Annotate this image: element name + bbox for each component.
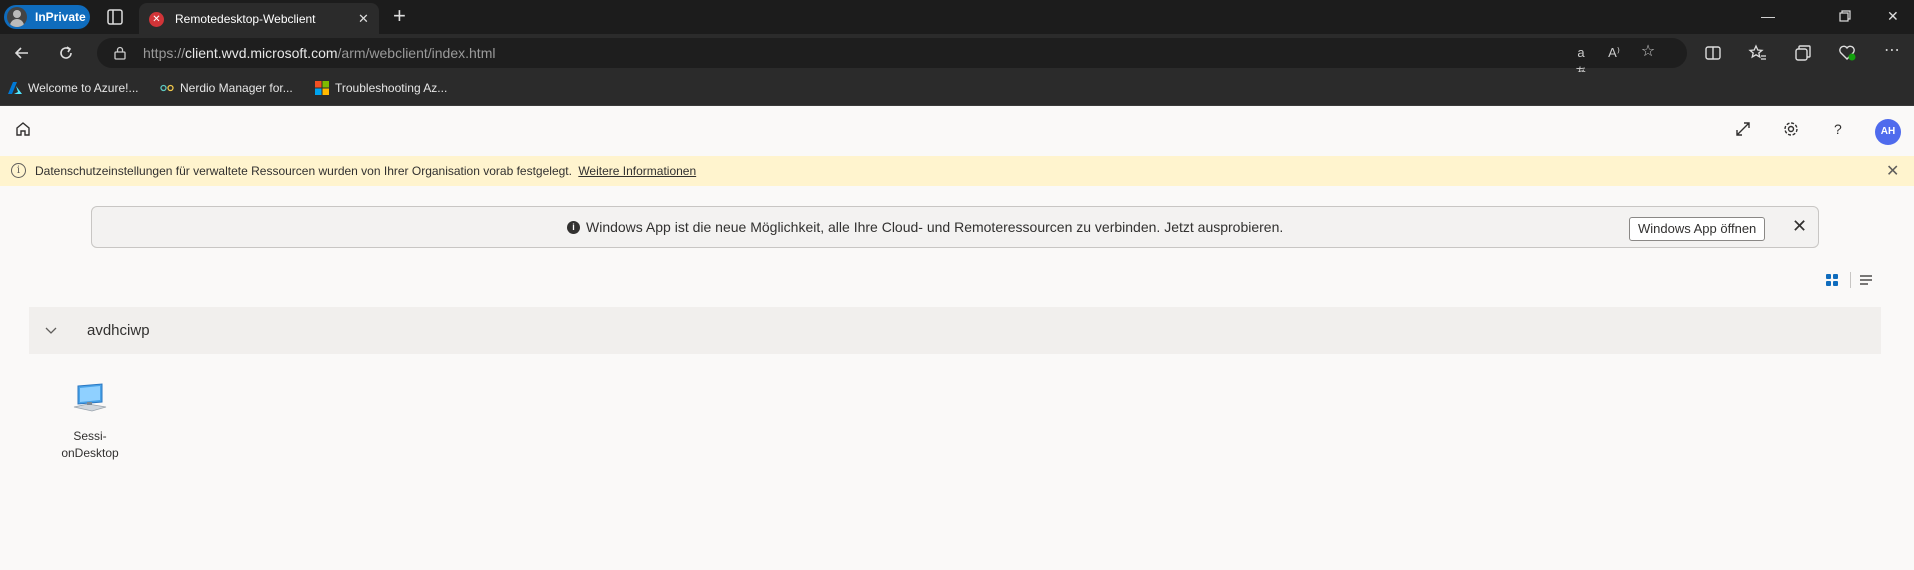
gear-icon[interactable]: [1782, 120, 1800, 138]
browser-toolbar: https://client.wvd.microsoft.com/arm/web…: [0, 34, 1914, 80]
bookmark-azure[interactable]: Welcome to Azure!...: [8, 81, 139, 95]
azure-icon: [8, 82, 22, 94]
translate-icon[interactable]: aあ: [1571, 43, 1591, 80]
info-icon: i: [567, 221, 580, 234]
promo-text: Windows App ist die neue Möglichkeit, al…: [586, 219, 1284, 235]
browser-titlebar: InPrivate ✕ Remotedesktop-Webclient ✕ + …: [0, 0, 1914, 34]
tile-view-icon[interactable]: [1824, 272, 1840, 288]
more-options-icon[interactable]: ⋯: [1882, 41, 1902, 61]
lock-icon[interactable]: [113, 46, 127, 60]
read-aloud-icon[interactable]: A⁾: [1604, 43, 1624, 63]
tab-title: Remotedesktop-Webclient: [175, 12, 316, 26]
help-icon[interactable]: ?: [1834, 121, 1852, 139]
nerdio-icon: [160, 84, 174, 92]
info-icon: i: [11, 163, 26, 178]
bookmark-label: Welcome to Azure!...: [28, 81, 139, 95]
tab-actions-icon[interactable]: [106, 8, 124, 26]
resource-name: Sessi- onDesktop: [61, 429, 119, 460]
view-toggle-divider: [1850, 272, 1851, 288]
back-arrow-icon[interactable]: [12, 43, 32, 63]
app-header: ?: [0, 106, 1914, 152]
tab-close-icon[interactable]: ✕: [358, 11, 369, 27]
workspace-name: avdhciwp: [87, 322, 150, 339]
url-text[interactable]: https://client.wvd.microsoft.com/arm/web…: [143, 45, 495, 61]
remote-desktop-favicon-icon: ✕: [149, 12, 164, 27]
workspace-group-header[interactable]: avdhciwp: [29, 307, 1881, 354]
favorite-star-icon[interactable]: ☆: [1638, 42, 1658, 62]
user-avatar[interactable]: AH: [1875, 119, 1901, 145]
split-screen-icon[interactable]: [1703, 43, 1723, 63]
browser-essentials-icon[interactable]: [1837, 43, 1857, 63]
favorites-bar: Welcome to Azure!... Nerdio Manager for.…: [0, 72, 1914, 106]
inprivate-label: InPrivate: [35, 10, 86, 24]
learn-more-link[interactable]: Weitere Informationen: [578, 164, 696, 178]
close-promo-icon[interactable]: ✕: [1792, 216, 1807, 237]
chevron-down-icon[interactable]: [45, 324, 57, 336]
favorites-icon[interactable]: [1748, 43, 1768, 63]
profile-avatar-icon: [7, 7, 27, 27]
privacy-notice-text: Datenschutzeinstellungen für verwaltete …: [35, 164, 697, 178]
minimize-icon[interactable]: —: [1761, 8, 1775, 24]
bookmark-label: Nerdio Manager for...: [180, 81, 293, 95]
windows-app-promo-banner: i Windows App ist die neue Möglichkeit, …: [91, 206, 1819, 248]
home-icon[interactable]: [14, 120, 32, 138]
dismiss-privacy-close-icon[interactable]: ✕: [1886, 161, 1899, 181]
inprivate-profile-button[interactable]: InPrivate: [4, 5, 90, 29]
close-window-icon[interactable]: ✕: [1887, 8, 1899, 25]
browser-tab-active[interactable]: ✕ Remotedesktop-Webclient ✕: [139, 3, 379, 34]
microsoft-logo-icon: [315, 81, 329, 95]
desktop-pc-icon: [73, 383, 107, 412]
bookmark-nerdio[interactable]: Nerdio Manager for...: [160, 81, 293, 95]
resource-tile-session-desktop[interactable]: Sessi- onDesktop: [50, 372, 130, 468]
address-bar[interactable]: https://client.wvd.microsoft.com/arm/web…: [97, 38, 1687, 80]
bookmark-troubleshooting[interactable]: Troubleshooting Az...: [315, 81, 447, 95]
refresh-icon[interactable]: [56, 43, 76, 63]
new-tab-icon[interactable]: +: [393, 5, 406, 27]
bookmark-label: Troubleshooting Az...: [335, 81, 448, 95]
restore-icon[interactable]: [1839, 10, 1851, 22]
list-view-icon[interactable]: [1858, 272, 1874, 288]
open-windows-app-button[interactable]: Windows App öffnen: [1629, 217, 1766, 241]
fullscreen-icon[interactable]: [1734, 120, 1752, 138]
collections-icon[interactable]: [1793, 43, 1813, 63]
privacy-notice-bar: i Datenschutzeinstellungen für verwaltet…: [0, 156, 1914, 186]
